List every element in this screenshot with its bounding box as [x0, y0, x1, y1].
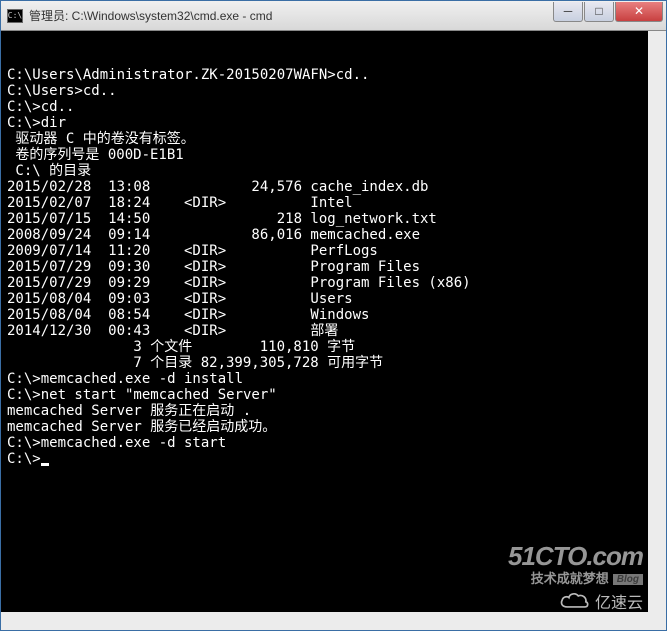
terminal-line: C:\Users>cd.. — [7, 83, 642, 99]
terminal-line: 2009/07/14 11:20 <DIR> PerfLogs — [7, 243, 642, 259]
terminal-line: C:\>memcached.exe -d start — [7, 435, 642, 451]
terminal-line: 2008/09/24 09:14 86,016 memcached.exe — [7, 227, 642, 243]
terminal-line: C:\>memcached.exe -d install — [7, 371, 642, 387]
terminal-line: C:\> — [7, 451, 642, 467]
window-controls: ─ □ ✕ — [552, 2, 663, 24]
window-title: 管理员: C:\Windows\system32\cmd.exe - cmd — [29, 7, 552, 24]
terminal-line: memcached Server 服务正在启动 . — [7, 403, 642, 419]
maximize-button[interactable]: □ — [584, 2, 614, 22]
terminal-line: 2015/07/29 09:29 <DIR> Program Files (x8… — [7, 275, 642, 291]
close-button[interactable]: ✕ — [615, 2, 663, 22]
titlebar[interactable]: C:\ 管理员: C:\Windows\system32\cmd.exe - c… — [1, 1, 666, 31]
terminal-line: 驱动器 C 中的卷没有标签。 — [7, 131, 642, 147]
terminal-line: C:\>net start "memcached Server" — [7, 387, 642, 403]
terminal-line: 2015/02/28 13:08 24,576 cache_index.db — [7, 179, 642, 195]
terminal-line: 2015/02/07 18:24 <DIR> Intel — [7, 195, 642, 211]
terminal-line: 3 个文件 110,810 字节 — [7, 339, 642, 355]
minimize-button[interactable]: ─ — [553, 2, 583, 22]
terminal-line: 2015/07/29 09:30 <DIR> Program Files — [7, 259, 642, 275]
terminal-line: memcached Server 服务已经启动成功。 — [7, 419, 642, 435]
terminal-line: C:\ 的目录 — [7, 163, 642, 179]
terminal-line: 2015/08/04 08:54 <DIR> Windows — [7, 307, 642, 323]
cmd-window: C:\ 管理员: C:\Windows\system32\cmd.exe - c… — [0, 0, 667, 631]
cmd-icon: C:\ — [7, 9, 23, 23]
terminal-line: C:\>cd.. — [7, 99, 642, 115]
terminal-line: 卷的序列号是 000D-E1B1 — [7, 147, 642, 163]
cursor — [41, 463, 49, 466]
terminal-line: C:\Users\Administrator.ZK-20150207WAFN>c… — [7, 67, 642, 83]
terminal-output[interactable]: C:\Users\Administrator.ZK-20150207WAFN>c… — [1, 31, 666, 630]
terminal-line: 2014/12/30 00:43 <DIR> 部署 — [7, 323, 642, 339]
terminal-line: 7 个目录 82,399,305,728 可用字节 — [7, 355, 642, 371]
terminal-line: 2015/08/04 09:03 <DIR> Users — [7, 291, 642, 307]
terminal-line: 2015/07/15 14:50 218 log_network.txt — [7, 211, 642, 227]
terminal-line: C:\>dir — [7, 115, 642, 131]
